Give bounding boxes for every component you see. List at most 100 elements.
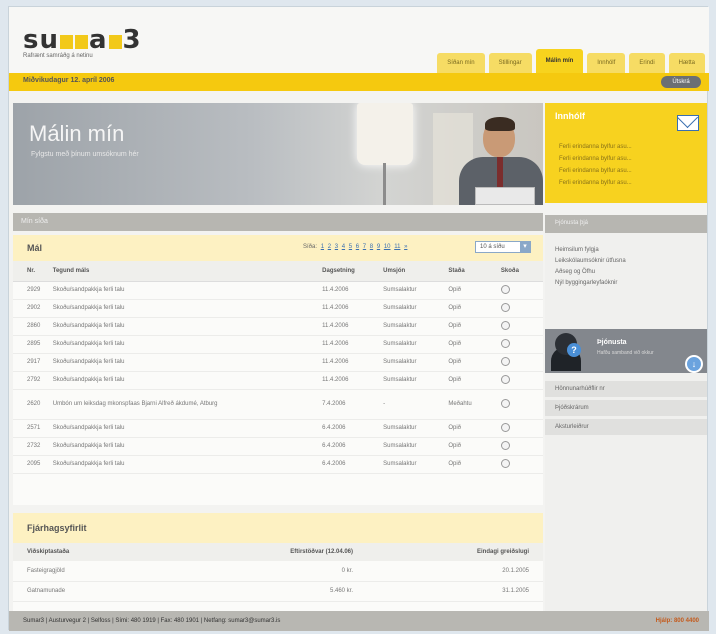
sidebar-link[interactable]: Leikskólaumsóknir útfusna: [555, 256, 707, 267]
lamp-illustration: [357, 103, 413, 165]
case-date: 11.4.2006: [322, 281, 384, 300]
finance-item: Gatnamunade: [13, 581, 193, 602]
view-icon[interactable]: [500, 338, 510, 348]
page-link[interactable]: 1: [321, 244, 324, 250]
finance-item: Fasteigragjöld: [13, 561, 193, 582]
case-date: 11.4.2006: [322, 335, 384, 354]
case-number: 2792: [13, 371, 49, 390]
case-date: 11.4.2006: [322, 353, 384, 372]
sidebar-item[interactable]: Hönnunarhúðflir nr: [545, 381, 707, 397]
table-row[interactable]: 2895 Skoðu/sandpakkja ferli talu 11.4.2006…: [13, 335, 543, 354]
tab-haetta[interactable]: Hætta: [668, 53, 705, 73]
table-row[interactable]: 2620 Umbón um leiksdag mkonspfaas Bjarni …: [13, 389, 543, 420]
page-link[interactable]: 3: [335, 244, 338, 250]
view-icon[interactable]: [500, 422, 510, 432]
table-row[interactable]: 2917 Skoðu/sandpakkja ferli talu 11.4.2006…: [13, 353, 543, 372]
case-status: Opið: [448, 353, 501, 372]
case-owner: Sumsalaktur: [383, 371, 449, 390]
per-page-select[interactable]: 10 á síðu: [475, 241, 531, 253]
inbox-message[interactable]: Ferli erindanna bylfur asu...: [559, 153, 632, 165]
view-icon[interactable]: [500, 320, 510, 330]
page-link[interactable]: 11: [394, 244, 400, 250]
case-type: Umbón um leiksdag mkonspfaas Bjarni Alfr…: [48, 389, 323, 420]
case-status: Opið: [448, 419, 501, 438]
logo[interactable]: su a 3 Rafrænt samráðg á netinu: [23, 25, 142, 59]
sidebar-link[interactable]: Heimsilum fylgja: [555, 245, 707, 256]
case-type: Skoðu/sandpakkja ferli talu: [48, 299, 323, 318]
case-type: Skoðu/sandpakkja ferli talu: [48, 371, 323, 390]
case-owner: Sumsalaktur: [383, 437, 449, 456]
view-icon[interactable]: [500, 440, 510, 450]
column-header: Viðskiptastaða: [13, 543, 193, 561]
tab-malin-min[interactable]: Málin mín: [535, 49, 584, 73]
service-box[interactable]: ? Þjónusta Hafðu samband við okkur ↓: [545, 329, 707, 373]
table-row[interactable]: 2792 Skoðu/sandpakkja ferli talu 11.4.2006…: [13, 371, 543, 390]
table-row[interactable]: 2902 Skoðu/sandpakkja ferli talu 11.4.2006…: [13, 299, 543, 318]
cases-title: Mál: [27, 243, 43, 253]
page-link[interactable]: 6: [356, 244, 359, 250]
page-link[interactable]: 8: [370, 244, 373, 250]
logout-button[interactable]: Útskrá: [661, 76, 701, 88]
current-date: Miðvikudagur 12. apríl 2006: [23, 77, 115, 84]
page-link[interactable]: 10: [384, 244, 391, 250]
next-page-link[interactable]: »: [404, 244, 407, 250]
column-header[interactable]: Umsjón: [383, 261, 449, 282]
view-icon[interactable]: [500, 284, 510, 294]
cases-table-body: 2929 Skoðu/sandpakkja ferli talu 11.4.2006…: [13, 281, 543, 474]
sidebar-links: Heimsilum fylgja Leikskólaumsóknir útfus…: [545, 233, 707, 289]
service-title: Þjónusta: [597, 339, 627, 346]
column-header[interactable]: Tegund máls: [48, 261, 323, 282]
page-link[interactable]: 2: [328, 244, 331, 250]
case-date: 6.4.2006: [322, 419, 384, 438]
case-owner: -: [383, 389, 449, 420]
page-link[interactable]: 5: [349, 244, 352, 250]
case-status: Opið: [448, 371, 501, 390]
inbox-message[interactable]: Ferli erindanna bylfur asu...: [559, 177, 632, 189]
sidebar-header-label: Þjónusta þjá: [555, 220, 589, 226]
sidebar-item[interactable]: Þjóðskrárum: [545, 400, 707, 416]
sidebar-menu: Hönnunarhúðflir nr Þjóðskrárum Aksturlei…: [545, 381, 707, 438]
section-bar-label: Mín síða: [21, 218, 48, 225]
page-link[interactable]: 9: [377, 244, 380, 250]
tab-erindi[interactable]: Erindi: [629, 53, 665, 73]
case-number: 2571: [13, 419, 49, 438]
case-owner: Sumsalaktur: [383, 335, 449, 354]
tab-stillingar[interactable]: Stillingar: [488, 53, 532, 73]
view-icon[interactable]: [500, 356, 510, 366]
case-owner: Sumsalaktur: [383, 353, 449, 372]
table-row[interactable]: 2860 Skoðu/sandpakkja ferli talu 11.4.2006…: [13, 317, 543, 336]
view-icon[interactable]: [500, 374, 510, 384]
column-header[interactable]: Nr.: [13, 261, 49, 282]
section-bar: Mín síða: [13, 213, 543, 231]
inbox-title: Innhólf: [555, 111, 585, 121]
case-owner: Sumsalaktur: [383, 455, 449, 474]
view-icon[interactable]: [500, 398, 510, 408]
table-header-row: Viðskiptastaða Eftirstöðvar (12.04.06) E…: [13, 543, 543, 561]
finance-amount: 5.460 kr.: [193, 581, 353, 602]
sidebar-link[interactable]: Aðseg og Öfhu: [555, 267, 707, 278]
tab-innholf[interactable]: Innhólf: [587, 53, 626, 73]
page-link[interactable]: 4: [342, 244, 345, 250]
view-icon[interactable]: [500, 302, 510, 312]
envelope-icon[interactable]: [677, 115, 699, 131]
sidebar: Þjónusta þjá Heimsilum fylgja Leikskólau…: [545, 215, 707, 611]
sidebar-link[interactable]: Nýl byggingarleyfaóknir: [555, 278, 707, 289]
table-row[interactable]: 2095 Skoðu/sandpakkja ferli talu 6.4.2006 S…: [13, 455, 543, 474]
download-icon[interactable]: ↓: [685, 355, 703, 373]
hero-banner: Málin mín Fylgstu með þínum umsóknum hér: [13, 103, 543, 205]
table-row[interactable]: 2571 Skoðu/sandpakkja ferli talu 6.4.2006 S…: [13, 419, 543, 438]
column-header[interactable]: Dagsetning: [322, 261, 384, 282]
table-row[interactable]: 2732 Skoðu/sandpakkja ferli talu 6.4.2006 S…: [13, 437, 543, 456]
column-header[interactable]: Staða: [448, 261, 501, 282]
tab-sidan-min[interactable]: Síðan mín: [437, 53, 485, 73]
table-row: Fasteigragjöld 0 kr. 20.1.2005: [13, 561, 543, 582]
inbox-message[interactable]: Ferli erindanna bylfur asu...: [559, 165, 632, 177]
header: su a 3 Rafrænt samráðg á netinu Síðan mín …: [9, 7, 709, 73]
case-type: Skoðu/sandpakkja ferli talu: [48, 419, 323, 438]
page-link[interactable]: 7: [363, 244, 366, 250]
sidebar-item[interactable]: Aksturleiðrur: [545, 419, 707, 435]
help-phone[interactable]: Hjálp: 800 4400: [656, 618, 699, 624]
table-row[interactable]: 2929 Skoðu/sandpakkja ferli talu 11.4.2006…: [13, 281, 543, 300]
inbox-message[interactable]: Ferli erindanna bylfur asu...: [559, 141, 632, 153]
view-icon[interactable]: [500, 458, 510, 468]
